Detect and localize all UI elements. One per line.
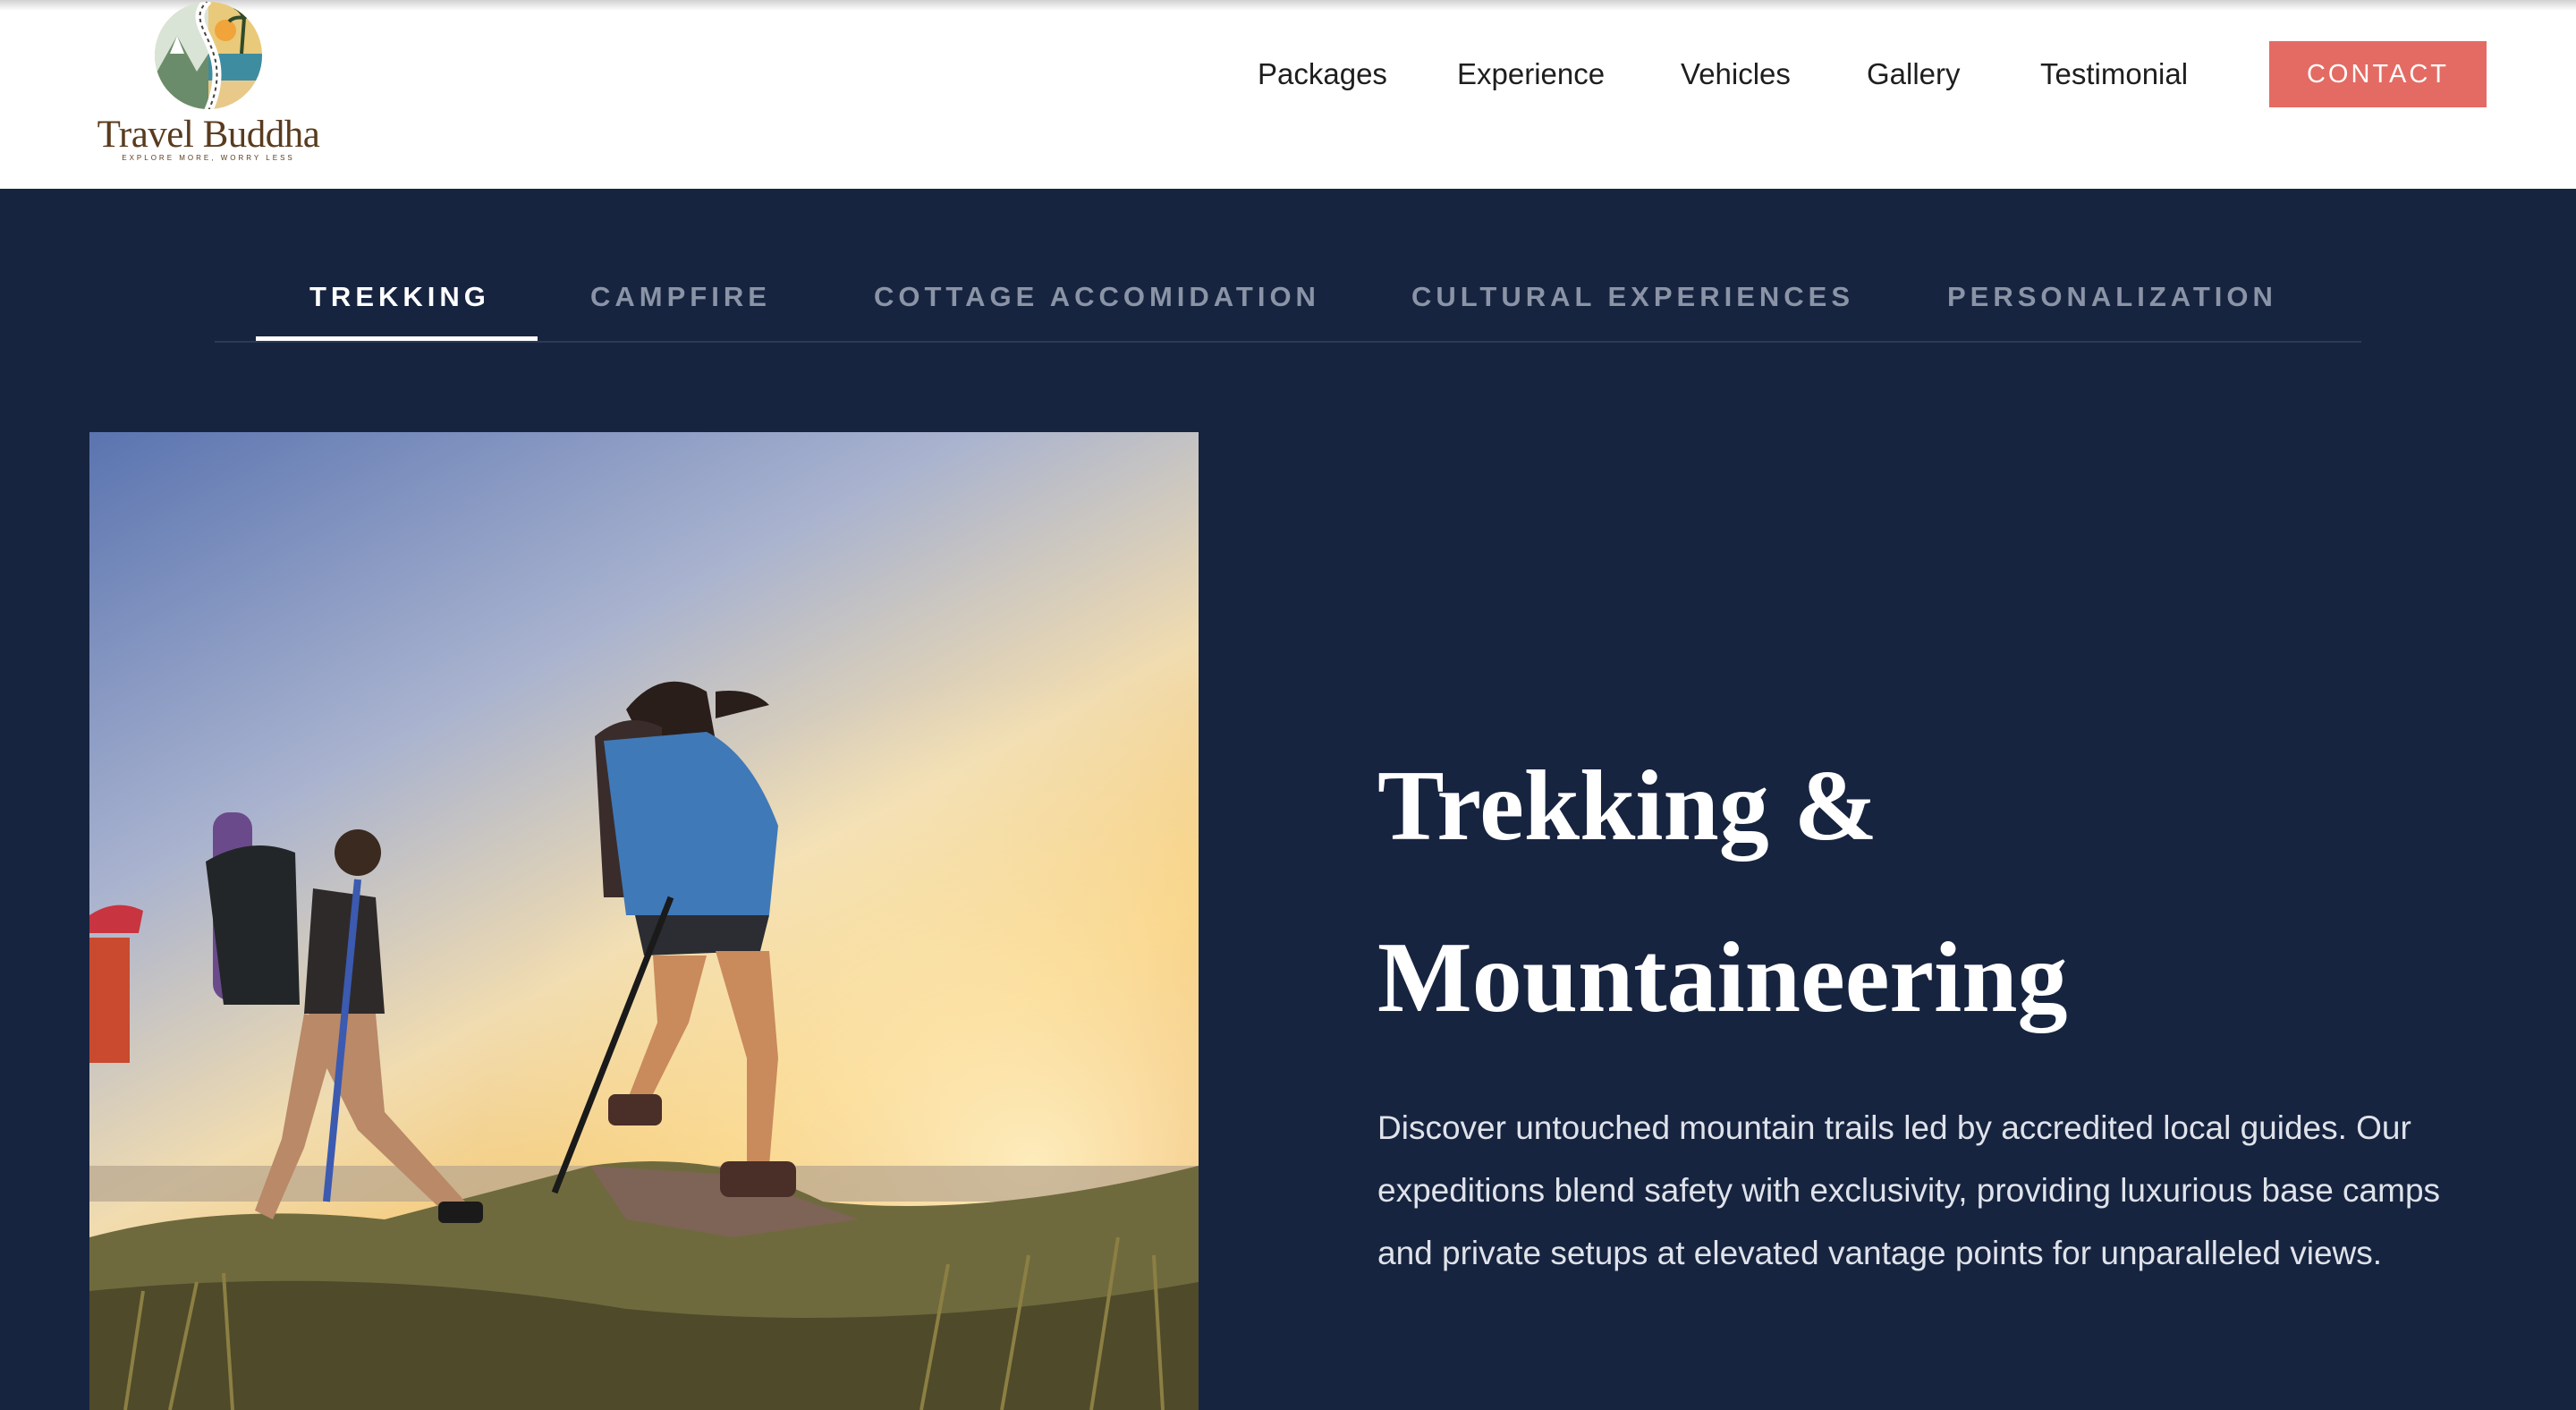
nav-packages[interactable]: Packages <box>1258 52 1387 97</box>
tab-personalization[interactable]: PERSONALIZATION <box>1947 281 2277 313</box>
tab-cultural-experiences[interactable]: CULTURAL EXPERIENCES <box>1411 281 1854 313</box>
contact-button[interactable]: CONTACT <box>2269 41 2487 107</box>
tabs-divider <box>215 341 2361 343</box>
header-shadow <box>0 0 2576 11</box>
tab-campfire[interactable]: CAMPFIRE <box>590 281 771 313</box>
feature-description: Discover untouched mountain trails led b… <box>1377 1109 2441 1271</box>
nav-gallery[interactable]: Gallery <box>1867 52 1961 97</box>
feature-title-line2: Mountaineering <box>1377 922 2068 1033</box>
hikers-photo <box>89 432 1199 1410</box>
nav-experience[interactable]: Experience <box>1457 52 1605 97</box>
feature-title-line1: Trekking & <box>1377 751 1878 862</box>
brand-tagline: EXPLORE MORE, WORRY LESS <box>122 154 295 162</box>
tab-cottage-accomidation[interactable]: COTTAGE ACCOMIDATION <box>874 281 1320 313</box>
logo-emblem-icon <box>155 2 262 109</box>
site-header: Travel Buddha EXPLORE MORE, WORRY LESS P… <box>0 0 2576 189</box>
brand-name: Travel Buddha <box>97 114 320 156</box>
nav-testimonial[interactable]: Testimonial <box>2040 52 2188 97</box>
feature-title: Trekking & Mountaineering <box>1377 720 2451 1064</box>
logo[interactable]: Travel Buddha EXPLORE MORE, WORRY LESS <box>97 0 320 170</box>
active-tab-indicator <box>256 336 538 341</box>
experience-tabs: TREKKING CAMPFIRE COTTAGE ACCOMIDATION C… <box>215 268 2361 344</box>
hikers-illustration-icon <box>89 432 1199 1410</box>
nav-vehicles[interactable]: Vehicles <box>1681 52 1791 97</box>
tab-trekking[interactable]: TREKKING <box>309 281 490 313</box>
